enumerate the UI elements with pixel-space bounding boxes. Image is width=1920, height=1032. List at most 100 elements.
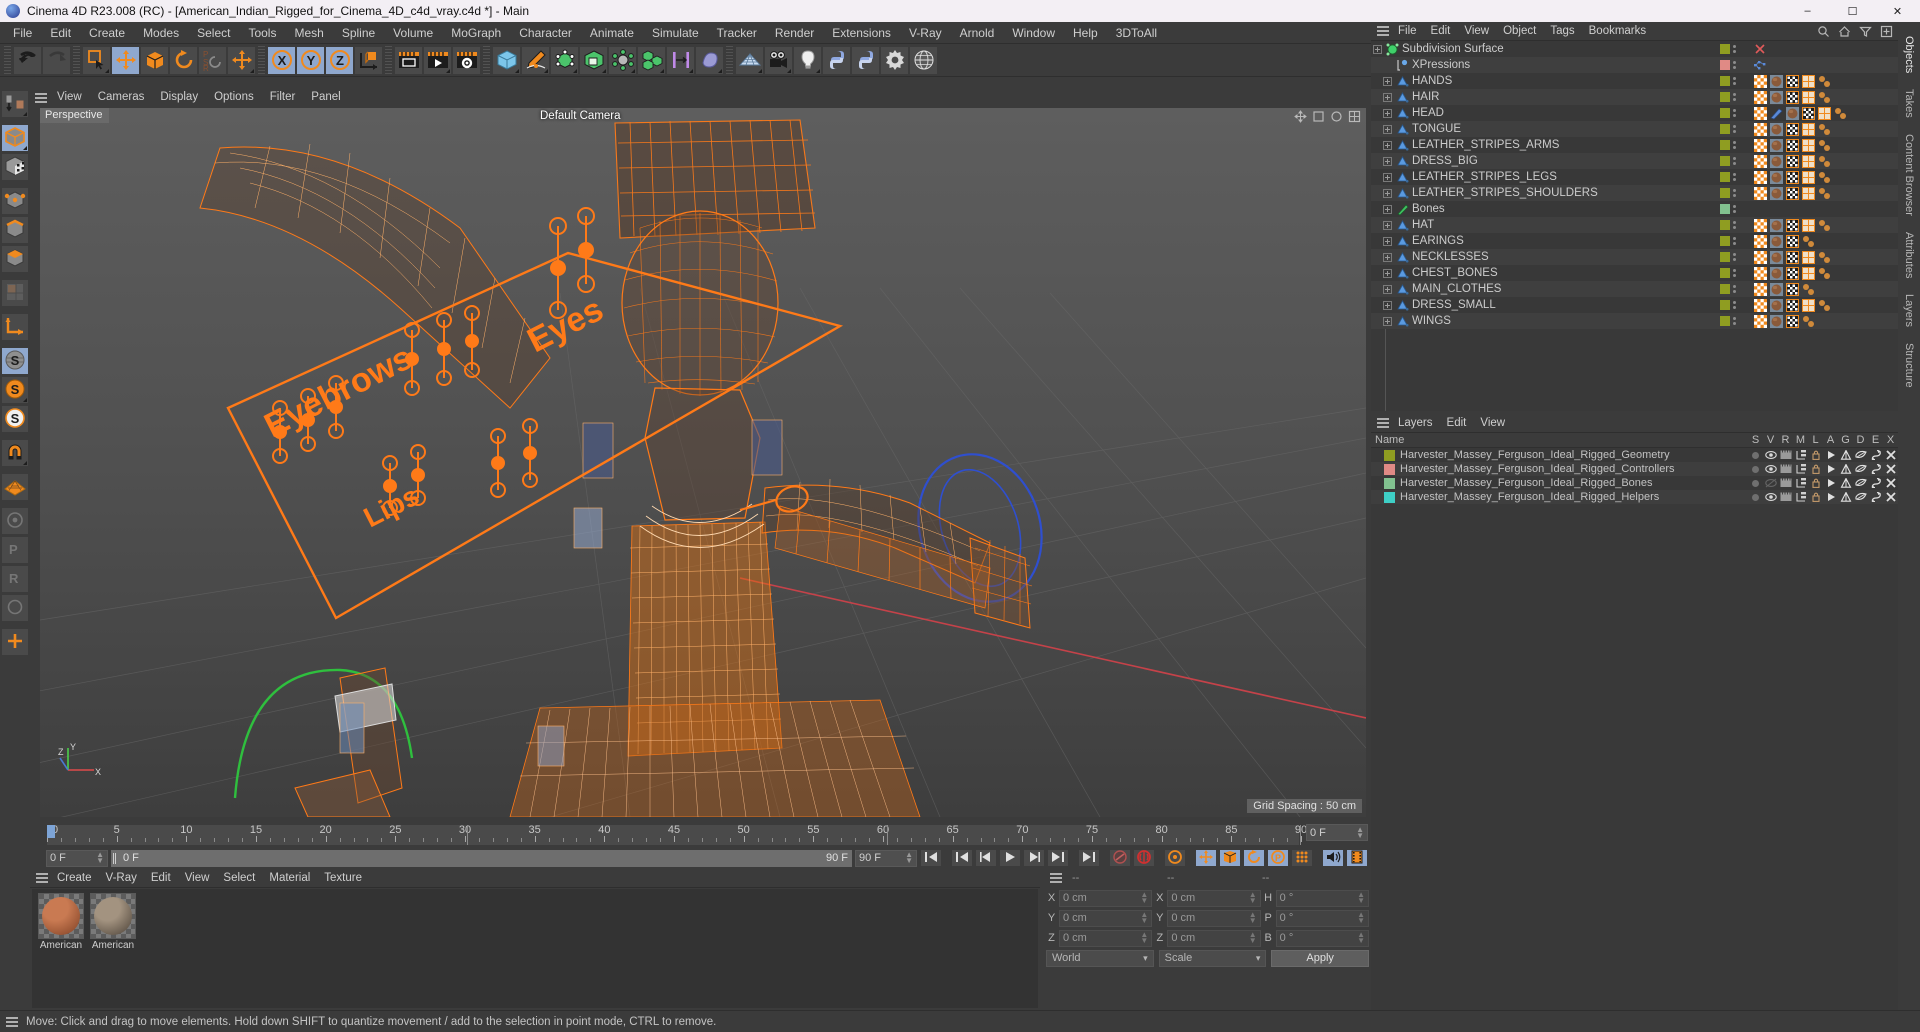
uv-mode-button[interactable] — [1, 279, 29, 307]
coordinates-menu-icon[interactable] — [1048, 871, 1064, 885]
more-options-corner-icon[interactable] — [23, 146, 27, 150]
manager-toggle[interactable] — [1793, 450, 1808, 460]
deformer-button[interactable] — [608, 45, 637, 75]
go-to-start-button[interactable] — [920, 849, 942, 867]
object-visibility-dots[interactable] — [1720, 188, 1748, 198]
viewport-rotate-icon[interactable] — [1329, 109, 1344, 124]
layer-color-swatch[interactable] — [1384, 449, 1395, 461]
uv-tag-icon[interactable] — [1754, 170, 1767, 184]
object-visibility-dots[interactable] — [1720, 92, 1748, 102]
layer-color-swatch[interactable] — [1720, 300, 1730, 310]
object-visibility-dots[interactable] — [1720, 316, 1748, 326]
point-tag-icon[interactable] — [1818, 219, 1831, 232]
object-tree-row[interactable]: HAT — [1371, 217, 1898, 233]
menu-item-tools[interactable]: Tools — [239, 22, 285, 44]
spinner-icon[interactable]: ▲ ▼ — [1356, 825, 1364, 839]
object-tree-row[interactable]: HAIR — [1371, 89, 1898, 105]
uv-tag-icon[interactable] — [1754, 250, 1767, 264]
field-button[interactable] — [695, 45, 724, 75]
visibility-dots-icon[interactable] — [1733, 173, 1736, 181]
object-visibility-dots[interactable] — [1720, 108, 1748, 118]
field-size-z[interactable]: 0 cm ▲ ▼ — [1167, 929, 1261, 947]
rotate-button[interactable] — [169, 45, 198, 75]
expand-collapse-icon[interactable] — [1381, 316, 1394, 326]
visibility-toggle[interactable] — [1763, 464, 1778, 474]
object-tree-row[interactable]: EARINGS — [1371, 233, 1898, 249]
visibility-dots-icon[interactable] — [1733, 237, 1736, 245]
menu-item-window[interactable]: Window — [1003, 22, 1064, 44]
menu-item-character[interactable]: Character — [510, 22, 581, 44]
uv-tag-icon[interactable] — [1754, 90, 1767, 104]
plus-button[interactable] — [1, 628, 29, 656]
layer-color-swatch[interactable] — [1720, 92, 1730, 102]
uv-tag-icon[interactable] — [1754, 282, 1767, 296]
point-tag-icon[interactable] — [1802, 235, 1815, 248]
selection-tag-icon[interactable] — [1802, 138, 1815, 152]
position-key-button[interactable] — [1195, 849, 1217, 867]
timeline-ruler[interactable]: 0 5 10 15 20 25 30 35 40 45 50 55 60 65 70 75 80 85 90 — [46, 824, 1307, 846]
menu-item-edit[interactable]: Edit — [41, 22, 80, 44]
viewport-menu-icon[interactable] — [33, 91, 49, 105]
more-options-corner-icon[interactable] — [105, 68, 109, 73]
psr-reset-button[interactable]: PSR — [198, 45, 227, 75]
point-tag-icon[interactable] — [1834, 107, 1847, 120]
layer-color-swatch[interactable] — [1720, 316, 1730, 326]
visibility-dots-icon[interactable] — [1733, 285, 1736, 293]
spinner-icon[interactable]: ▲ ▼ — [1357, 891, 1365, 905]
expand-collapse-icon[interactable] — [1381, 188, 1394, 198]
material-tag-icon[interactable] — [1770, 154, 1783, 168]
visibility-dots-icon[interactable] — [1733, 125, 1736, 133]
selection-tag-icon[interactable] — [1802, 122, 1815, 136]
s-icon-button[interactable] — [1, 594, 29, 622]
field-rot-h[interactable]: 0 ° ▲ ▼ — [1275, 889, 1369, 907]
filter-icon[interactable] — [1856, 22, 1874, 40]
material-list[interactable]: American American — [32, 889, 1038, 1008]
expression-toggle[interactable] — [1868, 450, 1883, 460]
more-options-corner-icon[interactable] — [816, 68, 820, 73]
more-options-corner-icon[interactable] — [573, 68, 577, 73]
axis-z-button[interactable]: Z — [325, 45, 354, 75]
spinner-icon[interactable]: ▲ ▼ — [96, 851, 104, 865]
menu-item-animate[interactable]: Animate — [581, 22, 643, 44]
edges-mode-button[interactable] — [1, 216, 29, 244]
expand-collapse-icon[interactable] — [1381, 140, 1394, 150]
layers-panel[interactable]: Name SVRMLAGDEX Harvester_Massey_Ferguso… — [1371, 433, 1898, 1010]
model-mode-button[interactable] — [1, 124, 29, 152]
uv-tag-icon[interactable] — [1754, 266, 1767, 280]
expand-icon[interactable] — [1877, 22, 1895, 40]
visibility-toggle[interactable] — [1763, 492, 1778, 502]
uv-tag-icon[interactable] — [1754, 154, 1767, 168]
object-visibility-dots[interactable] — [1720, 252, 1748, 262]
generator-toggle[interactable] — [1838, 492, 1853, 502]
lock-toggle[interactable] — [1808, 450, 1823, 460]
undo-button[interactable] — [13, 45, 42, 75]
uv-tag-icon[interactable] — [1754, 122, 1767, 136]
expand-collapse-icon[interactable] — [1381, 172, 1394, 182]
edge-tab-content-browser[interactable]: Content Browser — [1901, 126, 1917, 224]
move-world-button[interactable] — [227, 45, 256, 75]
texture-tag-icon[interactable] — [1786, 282, 1799, 296]
texture-tag-icon[interactable] — [1786, 170, 1799, 184]
step-back-button[interactable] — [975, 849, 997, 867]
go-to-previous-key-button[interactable] — [951, 849, 973, 867]
menu-item-edit[interactable]: Edit — [144, 869, 178, 888]
polygons-mode-button[interactable] — [1, 245, 29, 273]
menu-item-object[interactable]: Object — [1496, 22, 1543, 41]
material-tag-icon[interactable] — [1770, 218, 1783, 232]
material-item[interactable]: American — [90, 893, 138, 1004]
spline-pen-button[interactable] — [521, 45, 550, 75]
scene-nodes-button[interactable] — [666, 45, 695, 75]
object-visibility-dots[interactable] — [1720, 236, 1748, 246]
menu-item-tags[interactable]: Tags — [1543, 22, 1581, 41]
layer-color-swatch[interactable] — [1720, 268, 1730, 278]
manager-toggle[interactable] — [1793, 464, 1808, 474]
layer-color-swatch[interactable] — [1720, 236, 1730, 246]
object-tree-row[interactable]: LEATHER_STRIPES_SHOULDERS — [1371, 185, 1898, 201]
uv-tag-icon[interactable] — [1754, 314, 1767, 328]
toolbar-grip[interactable] — [258, 46, 265, 74]
render-toggle[interactable] — [1778, 464, 1793, 474]
material-tag-icon[interactable] — [1770, 314, 1783, 328]
field-size-x[interactable]: 0 cm ▲ ▼ — [1167, 889, 1261, 907]
deformer-toggle[interactable] — [1853, 492, 1868, 502]
visibility-dots-icon[interactable] — [1733, 157, 1736, 165]
